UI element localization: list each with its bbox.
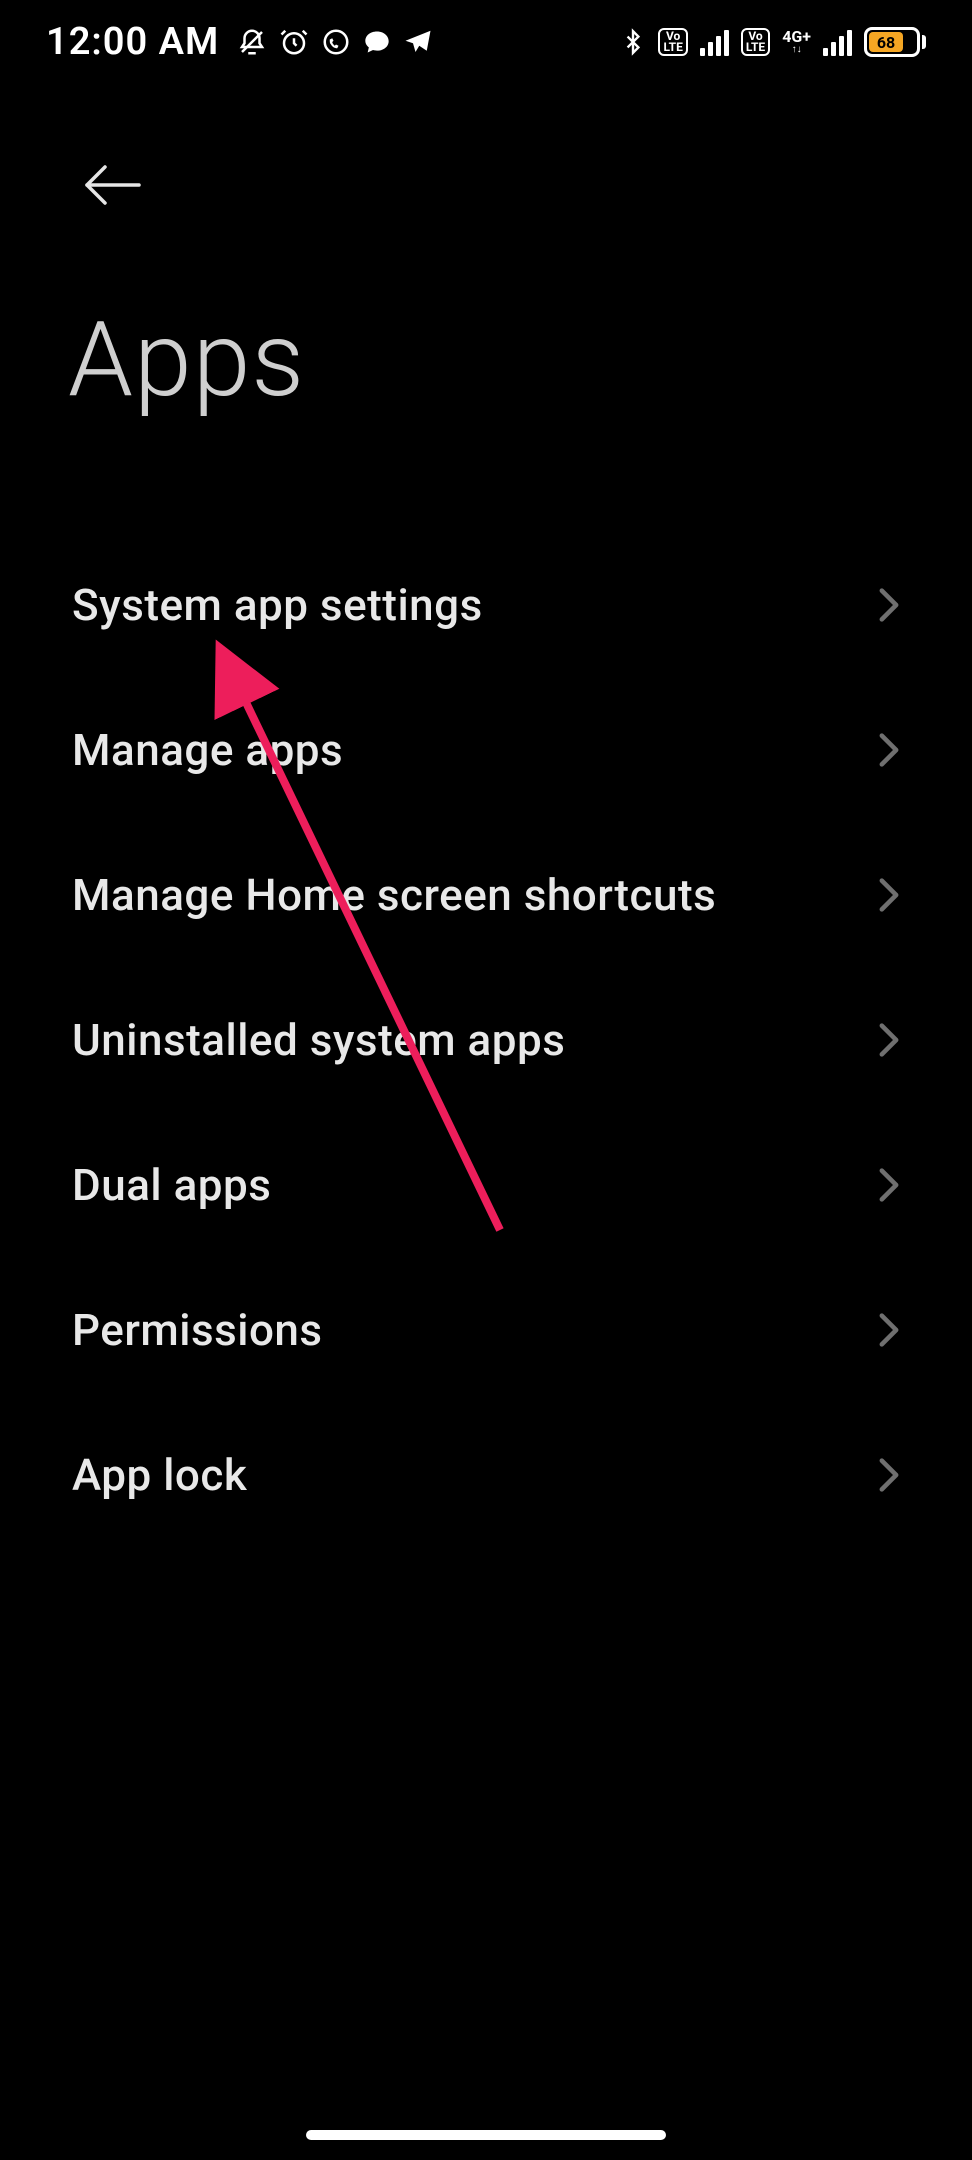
item-dual-apps[interactable]: Dual apps bbox=[72, 1112, 900, 1257]
status-bar-left: 12:00 AM bbox=[46, 20, 433, 64]
page-title: Apps bbox=[68, 300, 904, 421]
volte-badge-sim1: VoLTE bbox=[658, 28, 687, 56]
chevron-right-icon bbox=[878, 587, 900, 623]
chevron-right-icon bbox=[878, 1312, 900, 1348]
item-label: Manage Home screen shortcuts bbox=[72, 869, 716, 921]
status-bar-right: VoLTE VoLTE 4G+↑↓ 68 bbox=[620, 26, 926, 58]
item-permissions[interactable]: Permissions bbox=[72, 1257, 900, 1402]
item-label: System app settings bbox=[72, 579, 483, 631]
alarm-icon bbox=[279, 27, 309, 57]
telegram-icon bbox=[403, 27, 433, 57]
chevron-right-icon bbox=[878, 1457, 900, 1493]
battery-indicator: 68 bbox=[864, 27, 926, 57]
chevron-right-icon bbox=[878, 1167, 900, 1203]
item-uninstalled-system-apps[interactable]: Uninstalled system apps bbox=[72, 967, 900, 1112]
item-manage-home-shortcuts[interactable]: Manage Home screen shortcuts bbox=[72, 822, 900, 967]
app-header: Apps bbox=[0, 100, 972, 421]
chat-icon bbox=[363, 28, 391, 56]
signal-bars-sim2 bbox=[823, 28, 852, 56]
home-indicator[interactable] bbox=[306, 2130, 666, 2140]
bluetooth-icon bbox=[620, 26, 646, 58]
chevron-right-icon bbox=[878, 877, 900, 913]
item-system-app-settings[interactable]: System app settings bbox=[72, 532, 900, 677]
back-button[interactable] bbox=[68, 140, 158, 230]
settings-list: System app settings Manage apps Manage H… bbox=[0, 532, 972, 1547]
signal-bars-sim1 bbox=[700, 28, 729, 56]
item-app-lock[interactable]: App lock bbox=[72, 1402, 900, 1547]
item-label: Manage apps bbox=[72, 724, 343, 776]
mute-icon bbox=[237, 27, 267, 57]
item-label: Permissions bbox=[72, 1304, 323, 1356]
whatsapp-icon bbox=[321, 27, 351, 57]
item-manage-apps[interactable]: Manage apps bbox=[72, 677, 900, 822]
item-label: Dual apps bbox=[72, 1159, 271, 1211]
volte-badge-sim2: VoLTE bbox=[741, 28, 770, 56]
item-label: Uninstalled system apps bbox=[72, 1014, 565, 1066]
status-time: 12:00 AM bbox=[46, 20, 219, 64]
chevron-right-icon bbox=[878, 1022, 900, 1058]
status-bar: 12:00 AM bbox=[0, 0, 972, 84]
chevron-right-icon bbox=[878, 732, 900, 768]
network-indicator: 4G+↑↓ bbox=[782, 29, 811, 55]
item-label: App lock bbox=[72, 1449, 247, 1501]
battery-percent: 68 bbox=[877, 33, 895, 52]
